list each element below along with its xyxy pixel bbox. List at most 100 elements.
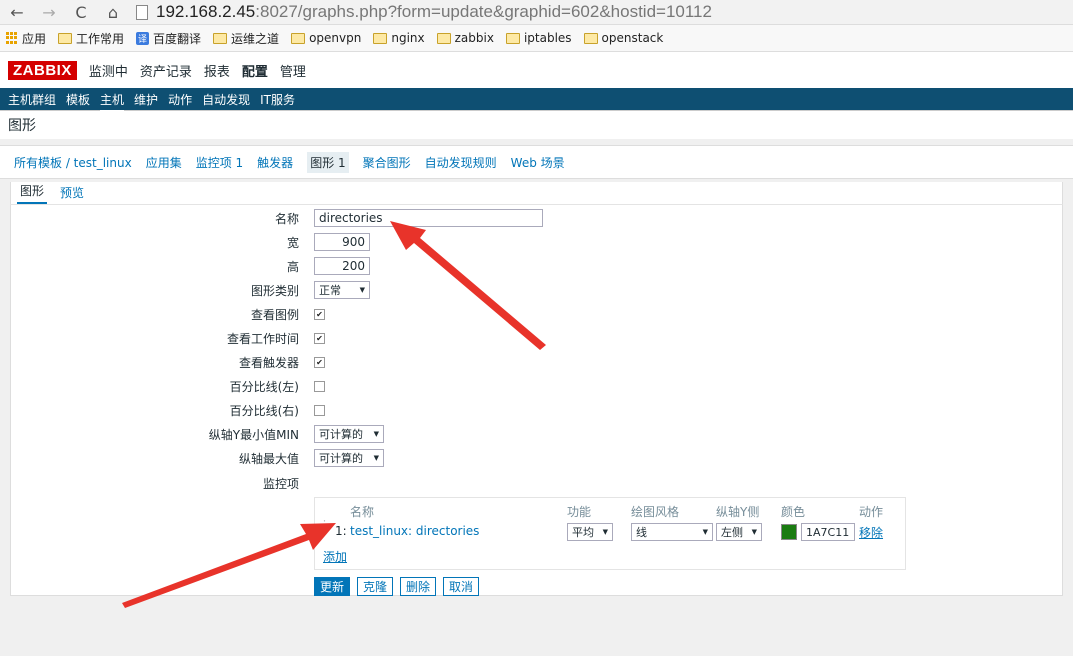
chevron-down-icon: ▼ (702, 528, 708, 536)
row-height: 高 200 (11, 256, 1062, 276)
bookmark-label: 运维之道 (231, 31, 280, 46)
chevron-down-icon: ▼ (373, 454, 379, 462)
item-color-picker[interactable]: 1A7C11 (781, 523, 855, 541)
show-legend-label: 查看图例 (250, 307, 299, 322)
forward-arrow-icon[interactable]: → (40, 3, 58, 22)
graph-type-select[interactable]: 正常 ▼ (314, 281, 370, 299)
folder-icon (436, 32, 451, 44)
folder-icon (58, 32, 73, 44)
breadcrumb-screens[interactable]: 聚合图形 (363, 154, 411, 171)
form-buttons: 更新 克隆 删除 取消 (314, 577, 480, 596)
graph-type-value: 正常 (319, 284, 341, 297)
item-name-link[interactable]: test_linux: directories (350, 524, 479, 538)
percentile-right-checkbox[interactable] (314, 404, 325, 416)
url-host: 192.168.2.45 (156, 2, 256, 21)
row-ymin: 纵轴Y最小值MIN 可计算的 ▼ (11, 424, 1062, 444)
bookmark-openvpn[interactable]: openvpn (291, 31, 361, 45)
col-action: 动作 (859, 505, 884, 519)
apps-icon (6, 32, 18, 44)
clone-button[interactable]: 克隆 (357, 577, 394, 596)
row-graph-type: 图形类别 正常 ▼ (11, 280, 1062, 300)
update-button[interactable]: 更新 (314, 577, 351, 596)
menu-configuration[interactable]: 配置 (242, 61, 268, 80)
delete-button[interactable]: 删除 (400, 577, 437, 596)
row-ymax: 纵轴最大值 可计算的 ▼ (11, 448, 1062, 468)
row-percentile-right: 百分比线(右) (11, 400, 1062, 420)
back-arrow-icon[interactable]: ← (8, 3, 26, 22)
ymin-select[interactable]: 可计算的 ▼ (314, 425, 384, 443)
url-field[interactable]: 192.168.2.45:8027/graphs.php?form=update… (136, 2, 712, 22)
item-color-input[interactable]: 1A7C11 (801, 523, 855, 541)
menu-reports[interactable]: 报表 (204, 61, 230, 80)
tab-graph[interactable]: 图形 (17, 182, 48, 204)
home-icon[interactable]: ⌂ (104, 3, 122, 22)
width-label: 宽 (286, 235, 299, 250)
color-swatch[interactable] (781, 524, 797, 540)
submenu-actions[interactable]: 动作 (168, 91, 192, 108)
add-item-link[interactable]: 添加 (323, 548, 347, 565)
cancel-button[interactable]: 取消 (443, 577, 480, 596)
bookmark-baidu-translate[interactable]: 译 百度翻译 (136, 30, 201, 47)
breadcrumb-graphs[interactable]: 图形 1 (307, 151, 349, 173)
breadcrumb-applications[interactable]: 应用集 (146, 154, 182, 171)
bookmark-openstack[interactable]: openstack (583, 31, 663, 45)
item-yaxis-value: 左侧 (721, 526, 743, 539)
percentile-right-label: 百分比线(右) (229, 403, 299, 418)
chevron-down-icon: ▼ (359, 286, 365, 294)
row-show-triggers: 查看触发器 ✔ (11, 352, 1062, 372)
tab-preview[interactable]: 预览 (57, 184, 87, 204)
submenu-host-groups[interactable]: 主机群组 (8, 91, 56, 108)
submenu-discovery[interactable]: 自动发现 (202, 91, 250, 108)
item-function-select[interactable]: 平均 ▼ (567, 523, 613, 541)
chevron-down-icon: ▼ (602, 528, 608, 536)
show-worktime-checkbox[interactable]: ✔ (314, 332, 325, 344)
item-yaxis-select[interactable]: 左侧 ▼ (716, 523, 762, 541)
bookmark-iptables[interactable]: iptables (505, 31, 572, 45)
folder-icon (291, 32, 306, 44)
menu-inventory[interactable]: 资产记录 (140, 61, 192, 80)
item-style-select[interactable]: 线 ▼ (631, 523, 713, 541)
breadcrumb: 所有模板 / test_linux 应用集 监控项 1 触发器 图形 1 聚合图… (0, 145, 1073, 179)
menu-administration[interactable]: 管理 (280, 61, 306, 80)
breadcrumb-items[interactable]: 监控项 1 (196, 154, 243, 171)
show-triggers-label: 查看触发器 (238, 355, 299, 370)
height-input[interactable]: 200 (314, 257, 370, 275)
breadcrumb-triggers[interactable]: 触发器 (257, 154, 293, 171)
folder-icon (505, 32, 520, 44)
drag-handle-icon[interactable]: ⋮ ⋮ (319, 519, 330, 536)
breadcrumb-web-scenarios[interactable]: Web 场景 (511, 154, 565, 171)
bookmark-nginx[interactable]: nginx (373, 31, 425, 45)
bookmark-ops[interactable]: 运维之道 (213, 30, 279, 47)
bookmark-label: 工作常用 (76, 31, 125, 46)
name-input[interactable]: directories (314, 209, 543, 227)
menu-monitoring[interactable]: 监测中 (89, 61, 128, 80)
breadcrumb-discovery-rules[interactable]: 自动发现规则 (425, 154, 497, 171)
zabbix-logo[interactable]: ZABBIX (8, 60, 77, 80)
breadcrumb-template[interactable]: 所有模板 / test_linux (14, 154, 132, 171)
show-legend-checkbox[interactable]: ✔ (314, 308, 325, 320)
form-tabs: 图形 预览 (10, 182, 1063, 204)
submenu-hosts[interactable]: 主机 (100, 91, 125, 112)
percentile-left-label: 百分比线(左) (229, 379, 299, 394)
submenu-maintenance[interactable]: 维护 (134, 91, 158, 108)
ymax-select[interactable]: 可计算的 ▼ (314, 449, 384, 467)
submenu-templates[interactable]: 模板 (66, 91, 90, 108)
bookmark-label: nginx (391, 31, 425, 45)
bookmark-label: 应用 (22, 31, 47, 46)
show-triggers-checkbox[interactable]: ✔ (314, 356, 325, 368)
width-input[interactable]: 900 (314, 233, 370, 251)
item-remove-link[interactable]: 移除 (859, 524, 883, 541)
bookmark-apps[interactable]: 应用 (6, 30, 46, 47)
row-name: 名称 directories (11, 208, 1062, 228)
item-function-value: 平均 (572, 526, 594, 539)
row-show-worktime: 查看工作时间 ✔ (11, 328, 1062, 348)
ymax-value: 可计算的 (319, 452, 363, 465)
graph-type-label: 图形类别 (250, 283, 299, 298)
reload-icon[interactable]: C (72, 3, 90, 22)
sub-menu: 主机群组 模板 主机 维护 动作 自动发现 IT服务 (0, 88, 1073, 112)
percentile-left-checkbox[interactable] (314, 380, 325, 392)
bookmark-zabbix[interactable]: zabbix (436, 31, 494, 45)
graph-form: 名称 directories 宽 900 高 200 图形类别 正常 ▼ 查看图例… (10, 204, 1063, 596)
bookmark-work[interactable]: 工作常用 (58, 30, 124, 47)
submenu-it-services[interactable]: IT服务 (260, 91, 295, 108)
